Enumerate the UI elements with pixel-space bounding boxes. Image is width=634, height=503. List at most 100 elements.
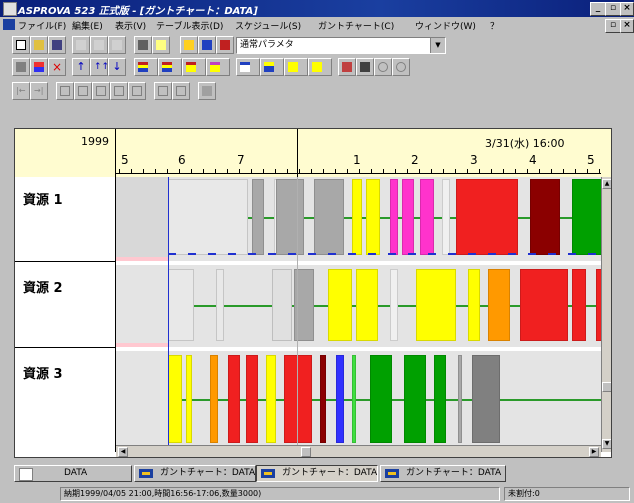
operation-bar[interactable]: [168, 269, 194, 341]
jump-end-icon[interactable]: →|: [30, 82, 48, 100]
link-style-3-icon[interactable]: [284, 58, 308, 76]
parameter-select[interactable]: 通常パラメタ ▼: [236, 37, 446, 54]
operation-bar[interactable]: [520, 269, 568, 341]
minimize-button[interactable]: _: [590, 2, 606, 16]
resource-icon[interactable]: [12, 58, 30, 76]
link-style-4-icon[interactable]: [308, 58, 332, 76]
mdi-close-button[interactable]: ×: [620, 19, 634, 33]
restore-button[interactable]: ▫: [605, 2, 621, 16]
menu-schedule[interactable]: スケジュール(S): [235, 19, 301, 32]
operation-bar[interactable]: [356, 269, 378, 341]
align-7-icon[interactable]: [172, 82, 190, 100]
align-4-icon[interactable]: [110, 82, 128, 100]
align-1-icon[interactable]: [56, 82, 74, 100]
menu-window[interactable]: ウィンドウ(W): [415, 19, 476, 32]
zoom-out-icon[interactable]: [392, 58, 410, 76]
hscroll-thumb[interactable]: [301, 447, 311, 457]
schedule-forward-icon[interactable]: [180, 36, 198, 54]
link-style-1-icon[interactable]: [236, 58, 260, 76]
operation-bar[interactable]: [390, 269, 398, 341]
scroll-thumb[interactable]: [602, 382, 611, 392]
menu-table-view[interactable]: テーブル表示(D): [156, 19, 223, 32]
print-icon[interactable]: [134, 36, 152, 54]
help-icon[interactable]: [152, 36, 170, 54]
new-file-icon[interactable]: [12, 36, 30, 54]
operation-bar[interactable]: [252, 179, 264, 255]
operation-bar[interactable]: [572, 179, 601, 255]
gantt-bars-area[interactable]: [116, 177, 601, 452]
copy-icon[interactable]: [90, 36, 108, 54]
doc-icon[interactable]: [3, 19, 15, 30]
operation-bar[interactable]: [404, 355, 426, 443]
menu-edit[interactable]: 編集(E): [72, 19, 103, 32]
menu-help[interactable]: ？: [490, 19, 499, 32]
operation-bar[interactable]: [402, 179, 414, 255]
resource-label[interactable]: 資源 2: [23, 277, 63, 296]
arrow-up-multi-icon[interactable]: ↑↑: [90, 58, 109, 76]
operation-bar[interactable]: [328, 269, 352, 341]
table-icon[interactable]: [356, 58, 374, 76]
link-style-2-icon[interactable]: [260, 58, 284, 76]
operation-bar[interactable]: [272, 269, 292, 341]
operation-bar[interactable]: [366, 179, 380, 255]
scroll-left-icon[interactable]: ◀: [118, 447, 128, 457]
arrow-up-icon[interactable]: ↑: [72, 58, 90, 76]
operation-bar[interactable]: [276, 179, 304, 255]
operation-bar[interactable]: [320, 355, 326, 443]
operation-bar[interactable]: [246, 355, 258, 443]
resource-label[interactable]: 資源 3: [23, 363, 63, 382]
operation-bar[interactable]: [416, 269, 456, 341]
scroll-down-icon[interactable]: ▼: [602, 439, 611, 449]
current-time-line[interactable]: [168, 177, 169, 452]
align-3-icon[interactable]: [92, 82, 110, 100]
app-icon[interactable]: [3, 2, 17, 16]
operation-bar[interactable]: [210, 355, 218, 443]
open-folder-icon[interactable]: [30, 36, 48, 54]
operation-bar[interactable]: [228, 355, 240, 443]
jump-start-icon[interactable]: |←: [12, 82, 30, 100]
resource-label[interactable]: 資源 1: [23, 189, 63, 208]
scroll-right-icon[interactable]: ▶: [589, 447, 599, 457]
operation-bar[interactable]: [186, 355, 192, 443]
tab-gantt-1[interactable]: ガントチャート：DATA: [134, 465, 256, 482]
operation-bar[interactable]: [530, 179, 560, 255]
day-boundary-line[interactable]: [297, 177, 298, 452]
close-button[interactable]: ×: [620, 2, 634, 16]
operation-bar[interactable]: [266, 355, 276, 443]
operation-bar[interactable]: [468, 269, 480, 341]
row-gap[interactable]: [116, 261, 601, 265]
operation-bar[interactable]: [168, 355, 182, 443]
menu-file[interactable]: ファイル(F): [18, 19, 66, 32]
operation-bar[interactable]: [390, 179, 398, 255]
operation-bar[interactable]: [336, 355, 344, 443]
cut-icon[interactable]: [72, 36, 90, 54]
idle-block[interactable]: [116, 177, 168, 261]
vertical-scrollbar[interactable]: ▲ ▼: [601, 177, 611, 452]
tree-icon[interactable]: [338, 58, 356, 76]
operation-bar[interactable]: [488, 269, 510, 341]
operation-bar[interactable]: [456, 179, 518, 255]
operation-bar[interactable]: [472, 355, 500, 443]
chevron-down-icon[interactable]: ▼: [430, 38, 445, 53]
operation-bar[interactable]: [434, 355, 446, 443]
color-icon[interactable]: [30, 58, 48, 76]
operation-bar[interactable]: [458, 355, 462, 443]
mdi-restore-button[interactable]: ▫: [605, 19, 621, 33]
tab-gantt-2[interactable]: ガントチャート：DATA: [256, 465, 378, 482]
align-2-icon[interactable]: [74, 82, 92, 100]
menu-view[interactable]: 表示(V): [115, 19, 146, 32]
align-6-icon[interactable]: [154, 82, 172, 100]
paste-icon[interactable]: [108, 36, 126, 54]
horizontal-scrollbar[interactable]: ◀ ▶: [116, 445, 601, 457]
bar-style-2-icon[interactable]: [158, 58, 182, 76]
operation-bar[interactable]: [314, 179, 344, 255]
schedule-backward-icon[interactable]: [198, 36, 216, 54]
schedule-param-icon[interactable]: [216, 36, 234, 54]
bar-style-3-icon[interactable]: [182, 58, 206, 76]
operation-bar[interactable]: [284, 355, 312, 443]
operation-bar[interactable]: [352, 179, 362, 255]
operation-bar[interactable]: [420, 179, 434, 255]
row-gap[interactable]: [116, 347, 601, 351]
delete-icon[interactable]: ×: [48, 58, 66, 76]
operation-bar[interactable]: [442, 179, 450, 255]
